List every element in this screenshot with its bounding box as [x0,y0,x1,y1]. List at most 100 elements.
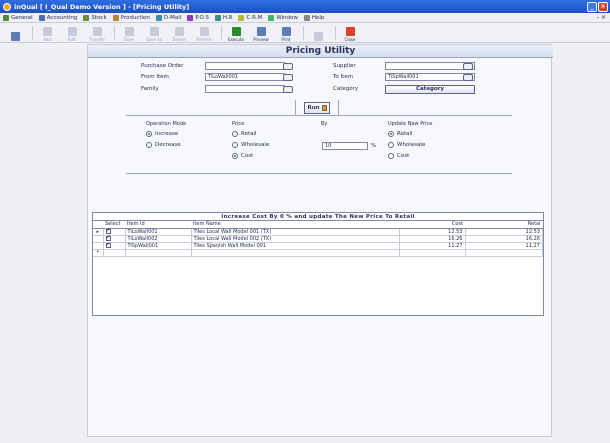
row-selector[interactable] [93,242,104,250]
select-checkbox-cell[interactable] [103,241,126,250]
crm-icon [238,14,245,21]
empty-cell[interactable] [191,249,400,257]
stock-icon [83,14,90,21]
update-price-radio-cost[interactable]: Cost [388,153,409,159]
save-as-icon [149,26,159,36]
retail-cell[interactable]: 12.53 [465,228,543,236]
empty-cell[interactable] [399,249,466,257]
toolbar-lookup-button[interactable] [4,24,26,42]
menu-hr[interactable]: H.R [214,14,232,21]
empty-cell[interactable] [125,249,192,257]
menu-crm[interactable]: C.R.M [238,14,263,21]
toolbar-save-button[interactable]: Save [118,24,140,42]
supplier-field[interactable] [385,62,475,70]
menu-production[interactable]: Production [112,14,150,21]
toolbar-save-as-button[interactable]: Save as [143,24,165,42]
menu-window[interactable]: Window [268,14,298,21]
menu-dmail[interactable]: D-Mail [155,14,181,21]
retail-cell[interactable]: 16.26 [465,235,543,243]
transfer-icon [92,26,102,36]
radio-label: Decrease [155,142,181,148]
family-field[interactable] [205,85,285,93]
toolbar-close-button[interactable]: Close [339,24,361,42]
item-id-cell[interactable]: TiSpWall001 [125,242,192,250]
menu-label: C.R.M [246,14,263,21]
operation-mode-radio-increase[interactable]: Increase [146,131,178,137]
column-header-item-id[interactable]: Item Id [125,221,191,229]
toolbar-add-button[interactable]: Add [36,24,58,42]
radio-dot [388,142,394,148]
cost-cell[interactable]: 16.26 [399,235,466,243]
select-checkbox[interactable] [105,241,111,248]
menu-general[interactable]: General [3,14,33,21]
table-row[interactable]: TiSpWall001Tiles Spanish Wall Model 0011… [93,241,543,250]
menu-help[interactable]: Help [303,14,325,21]
menu-label: Help [311,14,325,21]
menu-pos[interactable]: P.O.S [187,14,209,21]
toolbar-label: Edit [68,36,76,42]
item-name-cell[interactable]: Tiles Spanish Wall Model 001 [191,242,400,250]
column-header-cost[interactable]: Cost [399,221,465,229]
from-item-label: From Item [141,74,169,80]
item-id-cell[interactable]: TiLoWall002 [125,235,192,243]
pricing-grid: Increase Cost By 0 % and update The New … [92,212,544,316]
price-radio-wholesale[interactable]: Wholesale [232,142,269,148]
operation-mode-radio-decrease[interactable]: Decrease [146,142,181,148]
run-button[interactable]: Run [304,102,330,114]
grid-caption: Increase Cost By 0 % and update The New … [93,213,543,221]
toolbar: Add Edit Transfer Save Save as Delete Refresh E… [0,23,610,43]
toolbar-print-button[interactable]: Print [275,24,297,42]
column-header-item-name[interactable]: Item Name [191,221,399,229]
supplier-lookup-icon[interactable] [463,63,473,70]
toolbar-separator [221,25,222,40]
toolbar-execute-button[interactable]: Execute [225,24,247,42]
item-name-cell[interactable]: Tiles Local Wall Model 002 (TX) [191,235,400,243]
menu-accounting[interactable]: Accounting [38,14,77,21]
mdi-controls[interactable]: - × [597,14,606,21]
from-item-lookup-icon[interactable] [283,74,293,81]
column-header-retail[interactable]: Retai [465,221,543,229]
toolbar-preview-button[interactable]: Preview [250,24,272,42]
item-name-cell[interactable]: Tiles Local Wall Model 001 (TX) [191,228,400,236]
purchase-order-field[interactable] [205,62,285,70]
to-item-lookup-icon[interactable] [463,74,473,81]
table-row[interactable]: ▸ TiLoWall001Tiles Local Wall Model 001 (… [93,227,543,236]
empty-cell[interactable] [465,249,543,257]
empty-cell[interactable] [103,249,126,257]
retail-cell[interactable]: 11.27 [465,242,543,250]
update-price-radio-retail[interactable]: Retail [388,131,413,137]
update-price-radio-wholesale[interactable]: Wholesale [388,142,425,148]
title-bar: inQual [ I_Qual Demo Version ] - [Pricin… [0,0,610,13]
price-radio-cost[interactable]: Cost [232,153,253,159]
percent-unit: % [371,143,377,149]
toolbar-refresh-button[interactable]: Refresh [193,24,215,42]
options-panel-top-border [126,115,512,116]
purchase-order-lookup-icon[interactable] [283,63,293,70]
toolbar-search-button[interactable] [307,24,329,42]
table-header-row: Select Item Id Item Name Cost Retai [93,221,543,229]
toolbar-transfer-button[interactable]: Transfer [86,24,108,42]
toolbar-separator [303,25,304,40]
new-row[interactable]: * [93,249,543,257]
family-lookup-icon[interactable] [283,86,293,93]
close-window-icon[interactable]: × [598,1,608,12]
toolbar-delete-button[interactable]: Delete [168,24,190,42]
by-percent-field[interactable]: 10 [322,142,368,150]
new-row-marker[interactable]: * [93,249,104,257]
toolbar-label: Close [344,36,356,42]
category-button[interactable]: Category [385,85,475,94]
from-item-field[interactable]: TiLoWall001 [205,73,285,81]
menu-stock[interactable]: Stock [83,14,107,21]
minimize-icon[interactable]: _ [587,1,597,12]
price-radio-retail[interactable]: Retail [232,131,257,137]
help-icon [303,14,310,21]
row-selector[interactable]: ▸ [93,228,104,236]
toolbar-edit-button[interactable]: Edit [61,24,83,42]
to-item-field[interactable]: TiSpWall001 [385,73,475,81]
row-selector[interactable] [93,235,104,243]
item-id-cell[interactable]: TiLoWall001 [125,228,192,236]
cost-cell[interactable]: 11.27 [399,242,466,250]
toolbar-label: Save [124,36,134,42]
table-row[interactable]: TiLoWall002Tiles Local Wall Model 002 (T… [93,234,543,243]
cost-cell[interactable]: 12.53 [399,228,466,236]
